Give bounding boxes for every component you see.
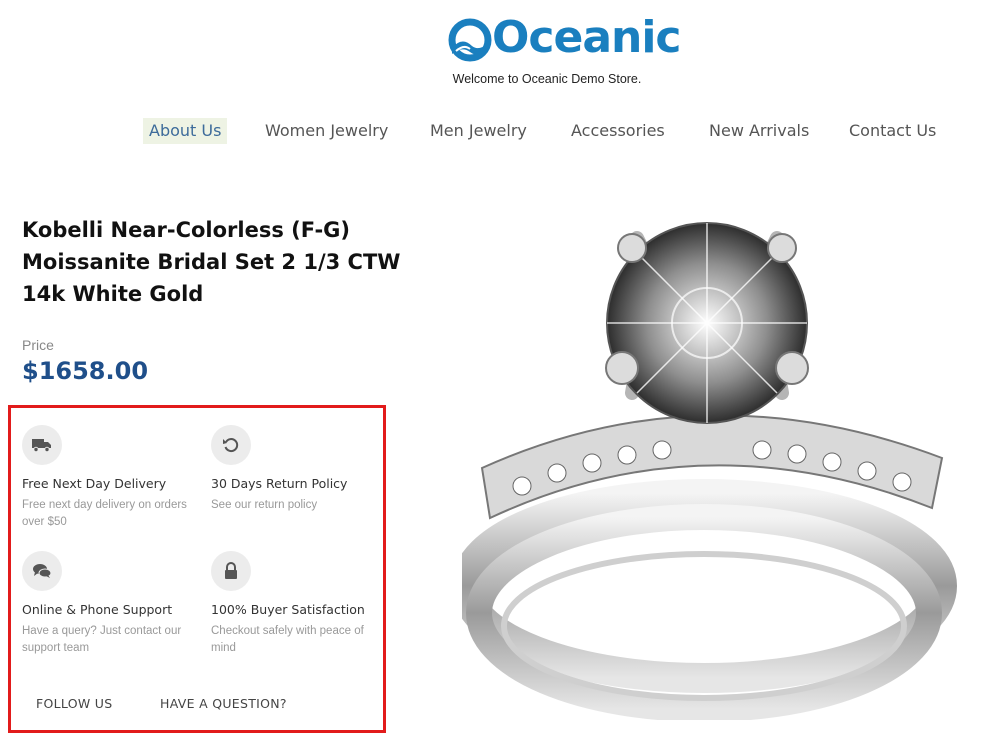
truck-icon bbox=[22, 425, 62, 465]
main-nav: About Us Women Jewelry Men Jewelry Acces… bbox=[0, 118, 986, 146]
feature-title: 30 Days Return Policy bbox=[211, 476, 348, 491]
price-label: Price bbox=[22, 337, 54, 353]
have-a-question-link[interactable]: HAVE A QUESTION? bbox=[160, 696, 287, 711]
product-title: Kobelli Near-Colorless (F-G) Moissanite … bbox=[22, 218, 401, 306]
undo-icon bbox=[211, 425, 251, 465]
feature-description: Checkout safely with peace of mind bbox=[211, 625, 364, 654]
feature-satisfaction: 100% Buyer Satisfaction Checkout safely … bbox=[211, 551, 391, 657]
lock-icon bbox=[211, 551, 251, 591]
nav-item-contact-us[interactable]: Contact Us bbox=[843, 118, 942, 144]
feature-title: Online & Phone Support bbox=[22, 602, 173, 617]
nav-item-women-jewelry[interactable]: Women Jewelry bbox=[259, 118, 394, 144]
brand-logo[interactable]: Oceanic bbox=[448, 10, 682, 66]
feature-description: See our return policy bbox=[211, 499, 318, 511]
feature-description: Free next day delivery on orders over $5… bbox=[22, 499, 187, 528]
nav-item-new-arrivals[interactable]: New Arrivals bbox=[703, 118, 815, 144]
feature-description: Have a query? Just contact our support t… bbox=[22, 625, 182, 654]
features-panel: Free Next Day Delivery Free next day del… bbox=[8, 405, 386, 733]
nav-item-accessories[interactable]: Accessories bbox=[565, 118, 671, 144]
chat-icon bbox=[22, 551, 62, 591]
feature-support: Online & Phone Support Have a query? Jus… bbox=[22, 551, 202, 657]
brand-name: Oceanic bbox=[492, 12, 682, 63]
product-image[interactable] bbox=[462, 218, 960, 720]
feature-returns: 30 Days Return Policy See our return pol… bbox=[211, 425, 391, 514]
feature-delivery: Free Next Day Delivery Free next day del… bbox=[22, 425, 202, 531]
wave-logo-icon bbox=[448, 18, 492, 62]
store-tagline: Welcome to Oceanic Demo Store. bbox=[452, 72, 642, 86]
nav-item-men-jewelry[interactable]: Men Jewelry bbox=[424, 118, 533, 144]
follow-us-link[interactable]: FOLLOW US bbox=[36, 696, 112, 711]
feature-title: Free Next Day Delivery bbox=[22, 476, 167, 491]
price-value: $1658.00 bbox=[22, 357, 149, 385]
feature-title: 100% Buyer Satisfaction bbox=[211, 602, 365, 617]
nav-item-about-us[interactable]: About Us bbox=[143, 118, 228, 144]
